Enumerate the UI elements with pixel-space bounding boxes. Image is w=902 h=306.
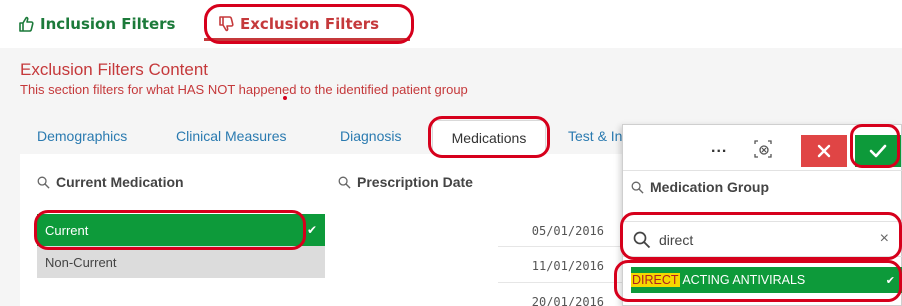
medication-search: × xyxy=(623,221,902,257)
thumbs-up-icon xyxy=(19,16,34,32)
checkmark-icon xyxy=(869,144,887,158)
tab-exclusion-label: Exclusion Filters xyxy=(240,15,380,33)
date-item[interactable]: 11/01/2016 xyxy=(484,259,604,273)
content-title: Exclusion Filters Content xyxy=(20,60,209,79)
search-icon xyxy=(37,176,50,189)
list-item-current[interactable]: Current ✔ xyxy=(37,214,325,246)
result-label: DIRECT ACTING ANTIVIRALS xyxy=(631,273,805,287)
search-icon xyxy=(631,181,644,194)
list-item-direct-acting-antivirals[interactable]: DIRECT ACTING ANTIVIRALS ✔ xyxy=(631,267,902,293)
list-item-non-current[interactable]: Non-Current xyxy=(37,246,325,278)
result-label-rest: ACTING ANTIVIRALS xyxy=(679,273,806,287)
more-options-button[interactable]: ... xyxy=(711,139,727,157)
search-icon xyxy=(338,176,351,189)
date-item[interactable]: 05/01/2016 xyxy=(484,224,604,238)
tab-tests[interactable]: Test & In xyxy=(568,128,622,144)
current-medication-header[interactable]: Current Medication xyxy=(37,174,184,190)
medication-group-header: Medication Group xyxy=(631,179,769,195)
filter-tabs: Inclusion Filters Exclusion Filters xyxy=(0,0,902,48)
tab-demographics[interactable]: Demographics xyxy=(37,128,127,144)
date-item[interactable]: 20/01/2016 xyxy=(484,295,604,306)
list-item-label: Current xyxy=(45,222,89,238)
medication-group-label: Medication Group xyxy=(650,179,769,195)
divider xyxy=(498,282,624,283)
tab-medications[interactable]: Medications xyxy=(432,120,546,154)
popup-toolbar: ... xyxy=(623,125,902,171)
confirm-selection-button[interactable] xyxy=(855,135,901,167)
list-item-label: Non-Current xyxy=(45,254,117,270)
content-subtitle: This section filters for what HAS NOT ha… xyxy=(20,82,468,97)
current-medication-label: Current Medication xyxy=(56,174,184,190)
prescription-date-label: Prescription Date xyxy=(357,174,473,190)
clear-selection-icon[interactable] xyxy=(753,139,773,159)
tab-clinical-measures[interactable]: Clinical Measures xyxy=(176,128,286,144)
date-list: 05/01/2016 11/01/2016 20/01/2016 xyxy=(338,206,624,306)
tab-inclusion-filters[interactable]: Inclusion Filters xyxy=(18,10,175,38)
clear-search-button[interactable]: × xyxy=(880,230,889,248)
tab-inclusion-label: Inclusion Filters xyxy=(40,15,176,33)
annotation-dot xyxy=(283,96,287,100)
thumbs-down-icon xyxy=(219,16,234,32)
tab-exclusion-filters[interactable]: Exclusion Filters xyxy=(218,10,379,38)
medication-search-input[interactable] xyxy=(659,228,859,252)
checkmark-icon: ✔ xyxy=(306,223,317,237)
cancel-selection-button[interactable] xyxy=(801,135,847,167)
active-tab-indicator xyxy=(204,38,410,41)
checkmark-icon: ✔ xyxy=(885,274,895,287)
tab-diagnosis[interactable]: Diagnosis xyxy=(340,128,401,144)
search-match-highlight: DIRECT xyxy=(631,273,680,287)
medication-group-popup: ... Medication Group × DIRECT ACTING ANT… xyxy=(622,124,902,306)
prescription-date-header[interactable]: Prescription Date xyxy=(338,174,473,190)
divider xyxy=(498,246,624,247)
search-icon xyxy=(633,231,651,249)
close-icon xyxy=(817,144,831,158)
